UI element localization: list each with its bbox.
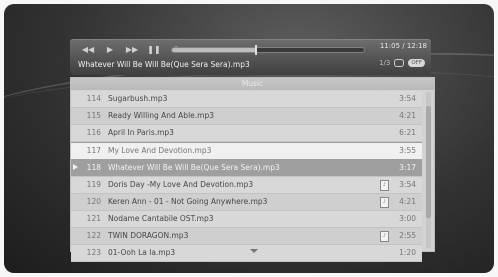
track-duration: 3:17 — [399, 163, 416, 172]
track-row[interactable]: 120 Keren Ann - 01 - Not Going Anywhere.m… — [71, 194, 422, 211]
track-duration: 3:00 — [399, 214, 416, 223]
progress-fill — [172, 48, 257, 52]
track-name: April In Paris.mp3 — [108, 128, 174, 137]
track-name: Doris Day -My Love And Devotion.mp3 — [108, 180, 254, 189]
track-count: 1/3 — [379, 59, 391, 67]
music-list-panel: Music 114 Sugarbush.mp3 3:54 115 Ready Willi… — [70, 77, 435, 262]
track-duration: 4:21 — [399, 111, 416, 120]
track-row[interactable]: 117 My Love And Devotion.mp3 3:55 — [71, 142, 422, 160]
track-row[interactable]: 122 TWIN DORAGON.mp3 ♪ 2:55 — [71, 228, 422, 245]
track-duration: 1:20 — [399, 248, 416, 257]
play-icon[interactable]: ▶ — [102, 45, 118, 54]
time-readout: 11:05 / 12:18 — [379, 42, 427, 50]
file-icon: ♪ — [380, 197, 389, 208]
track-duration: 6:21 — [399, 128, 416, 137]
repeat-icon[interactable] — [394, 59, 405, 67]
track-row[interactable]: 116 April In Paris.mp3 6:21 — [71, 125, 422, 142]
track-row[interactable]: 123 01-Ooh La la.mp3 1:20 — [71, 245, 422, 262]
fast-forward-icon[interactable]: ▶▶ — [124, 45, 140, 54]
track-number: 115 — [86, 111, 101, 120]
now-playing-title: Whatever Will Be Will Be(Que Sera Sera).… — [78, 60, 250, 69]
track-number: 116 — [86, 128, 101, 137]
track-duration: 4:21 — [399, 197, 416, 206]
scroll-down-icon — [250, 249, 258, 253]
file-icon: ♪ — [380, 231, 389, 242]
track-name: Nodame Cantabile OST.mp3 — [108, 214, 214, 223]
scrollbar[interactable] — [426, 92, 431, 248]
pause-icon[interactable]: ❚❚ — [146, 45, 162, 54]
track-duration: 2:55 — [399, 231, 416, 240]
track-number: 123 — [86, 248, 101, 257]
rewind-icon[interactable]: ◀◀ — [80, 45, 96, 54]
track-name: My Love And Devotion.mp3 — [108, 146, 212, 155]
now-playing-icon — [73, 164, 78, 170]
music-player-bar: ◀◀▶▶▶❚❚♫ 11:05 / 12:18 Whatever Will Be … — [70, 39, 431, 75]
track-name: Whatever Will Be Will Be(Que Sera Sera).… — [108, 163, 280, 172]
track-duration: 3:54 — [399, 94, 416, 103]
track-number: 121 — [86, 214, 101, 223]
track-row[interactable]: 121 Nodame Cantabile OST.mp3 3:00 — [71, 211, 422, 228]
track-name: Sugarbush.mp3 — [108, 94, 168, 103]
shuffle-badge[interactable]: OFF — [408, 59, 425, 67]
file-icon: ♪ — [380, 180, 389, 191]
track-number: 122 — [86, 231, 101, 240]
track-name: Ready Willing And Able.mp3 — [108, 111, 214, 120]
track-number: 120 — [86, 197, 101, 206]
player-status: 1/3 OFF — [379, 59, 425, 67]
track-duration: 3:54 — [399, 180, 416, 189]
track-name: 01-Ooh La la.mp3 — [108, 248, 176, 257]
track-row[interactable]: 119 Doris Day -My Love And Devotion.mp3 ♪ 3… — [71, 177, 422, 194]
track-list: 114 Sugarbush.mp3 3:54 115 Ready Willing And… — [71, 91, 422, 262]
track-row[interactable]: 118 Whatever Will Be Will Be(Que Sera Ser… — [71, 160, 422, 177]
progress-knob[interactable] — [255, 45, 258, 55]
track-name: TWIN DORAGON.mp3 — [108, 231, 189, 240]
track-number: 114 — [86, 94, 101, 103]
track-number: 119 — [86, 180, 101, 189]
tv-screen: ◀◀▶▶▶❚❚♫ 11:05 / 12:18 Whatever Will Be … — [4, 4, 494, 273]
scrollbar-thumb[interactable] — [426, 106, 431, 218]
track-row[interactable]: 115 Ready Willing And Able.mp3 4:21 — [71, 108, 422, 125]
track-number: 118 — [86, 163, 101, 172]
track-number: 117 — [86, 146, 101, 155]
playback-controls: ◀◀▶▶▶❚❚♫ — [80, 42, 184, 56]
list-header: Music — [71, 78, 434, 90]
track-name: Keren Ann - 01 - Not Going Anywhere.mp3 — [108, 197, 268, 206]
track-duration: 3:55 — [399, 146, 416, 155]
track-row[interactable]: 114 Sugarbush.mp3 3:54 — [71, 91, 422, 108]
progress-bar[interactable] — [172, 45, 364, 55]
